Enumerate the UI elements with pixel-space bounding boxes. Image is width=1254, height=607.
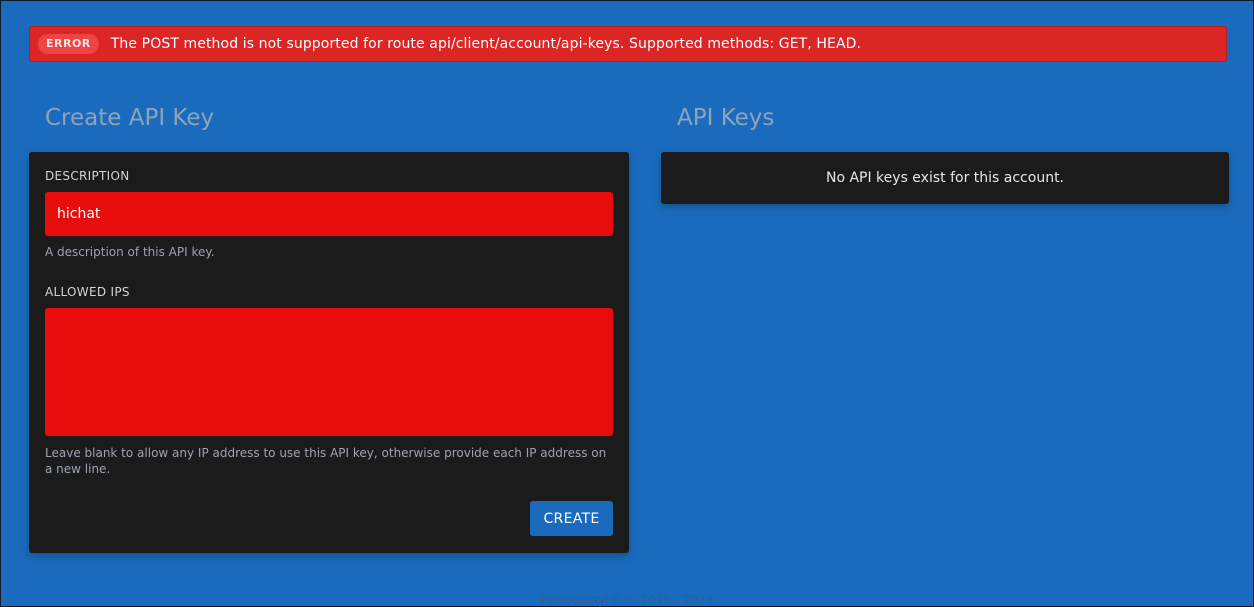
create-api-key-title: Create API Key: [45, 105, 215, 131]
api-keys-title: API Keys: [677, 105, 775, 131]
description-help-text: A description of this API key.: [45, 245, 215, 259]
footer: Pterodactyl® © 2015 - 2023: [540, 593, 714, 607]
allowed-ips-label: ALLOWED IPS: [45, 285, 130, 299]
api-keys-panel: No API keys exist for this account.: [661, 152, 1229, 204]
description-input[interactable]: [45, 192, 613, 236]
error-message: The POST method is not supported for rou…: [110, 36, 862, 52]
create-button[interactable]: CREATE: [530, 501, 613, 536]
allowed-ips-help-text: Leave blank to allow any IP address to u…: [45, 446, 607, 476]
error-badge: ERROR: [38, 34, 99, 54]
allowed-ips-textarea[interactable]: [45, 308, 613, 436]
create-api-key-panel: DESCRIPTION A description of this API ke…: [29, 152, 629, 553]
error-alert: ERROR The POST method is not supported f…: [29, 26, 1227, 62]
description-label: DESCRIPTION: [45, 169, 130, 183]
empty-keys-message: No API keys exist for this account.: [825, 170, 1065, 186]
